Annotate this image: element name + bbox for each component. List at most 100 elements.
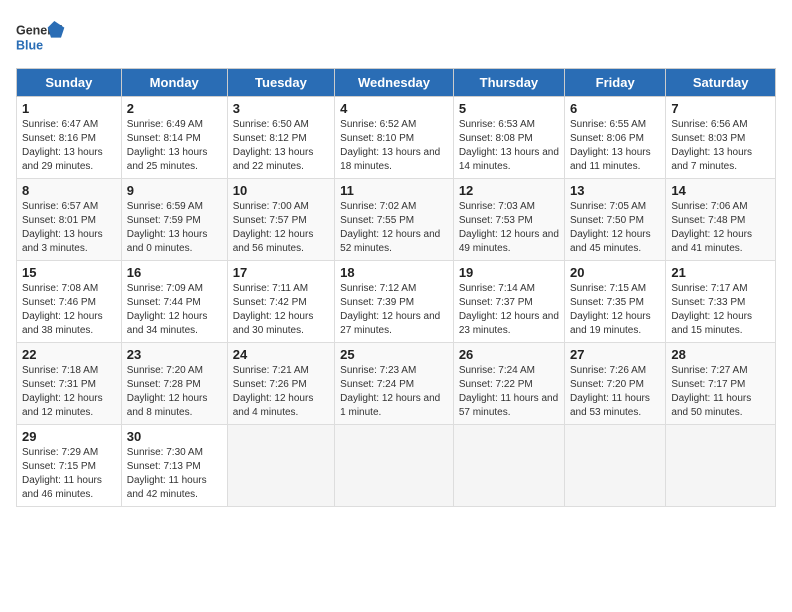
calendar-cell: 2 Sunrise: 6:49 AMSunset: 8:14 PMDayligh…: [121, 97, 227, 179]
calendar-cell: 15 Sunrise: 7:08 AMSunset: 7:46 PMDaylig…: [17, 261, 122, 343]
calendar-cell: 26 Sunrise: 7:24 AMSunset: 7:22 PMDaylig…: [453, 343, 564, 425]
day-number: 15: [22, 265, 116, 280]
calendar-cell: 5 Sunrise: 6:53 AMSunset: 8:08 PMDayligh…: [453, 97, 564, 179]
svg-text:Blue: Blue: [16, 38, 43, 52]
day-number: 16: [127, 265, 222, 280]
day-number: 5: [459, 101, 559, 116]
calendar-cell: 18 Sunrise: 7:12 AMSunset: 7:39 PMDaylig…: [335, 261, 454, 343]
calendar-cell: [453, 425, 564, 507]
calendar-cell: 20 Sunrise: 7:15 AMSunset: 7:35 PMDaylig…: [564, 261, 665, 343]
calendar-cell: 23 Sunrise: 7:20 AMSunset: 7:28 PMDaylig…: [121, 343, 227, 425]
calendar-cell: 6 Sunrise: 6:55 AMSunset: 8:06 PMDayligh…: [564, 97, 665, 179]
calendar-cell: 12 Sunrise: 7:03 AMSunset: 7:53 PMDaylig…: [453, 179, 564, 261]
day-info: Sunrise: 6:49 AMSunset: 8:14 PMDaylight:…: [127, 119, 208, 172]
calendar-cell: 21 Sunrise: 7:17 AMSunset: 7:33 PMDaylig…: [666, 261, 776, 343]
day-info: Sunrise: 7:30 AMSunset: 7:13 PMDaylight:…: [127, 447, 207, 500]
day-number: 3: [233, 101, 329, 116]
calendar-week-row: 8 Sunrise: 6:57 AMSunset: 8:01 PMDayligh…: [17, 179, 776, 261]
calendar-cell: 28 Sunrise: 7:27 AMSunset: 7:17 PMDaylig…: [666, 343, 776, 425]
calendar-cell: 13 Sunrise: 7:05 AMSunset: 7:50 PMDaylig…: [564, 179, 665, 261]
calendar-cell: 30 Sunrise: 7:30 AMSunset: 7:13 PMDaylig…: [121, 425, 227, 507]
day-info: Sunrise: 6:59 AMSunset: 7:59 PMDaylight:…: [127, 201, 208, 254]
calendar-week-row: 29 Sunrise: 7:29 AMSunset: 7:15 PMDaylig…: [17, 425, 776, 507]
header: General Blue: [16, 16, 776, 56]
day-info: Sunrise: 7:02 AMSunset: 7:55 PMDaylight:…: [340, 201, 440, 254]
day-number: 6: [570, 101, 660, 116]
day-info: Sunrise: 6:57 AMSunset: 8:01 PMDaylight:…: [22, 201, 103, 254]
header-tuesday: Tuesday: [227, 69, 334, 97]
calendar-cell: 1 Sunrise: 6:47 AMSunset: 8:16 PMDayligh…: [17, 97, 122, 179]
logo: General Blue: [16, 16, 66, 56]
calendar-cell: 8 Sunrise: 6:57 AMSunset: 8:01 PMDayligh…: [17, 179, 122, 261]
day-number: 7: [671, 101, 770, 116]
day-info: Sunrise: 6:47 AMSunset: 8:16 PMDaylight:…: [22, 119, 103, 172]
day-info: Sunrise: 7:24 AMSunset: 7:22 PMDaylight:…: [459, 365, 558, 418]
day-number: 24: [233, 347, 329, 362]
day-info: Sunrise: 7:21 AMSunset: 7:26 PMDaylight:…: [233, 365, 314, 418]
calendar-cell: 29 Sunrise: 7:29 AMSunset: 7:15 PMDaylig…: [17, 425, 122, 507]
day-number: 26: [459, 347, 559, 362]
header-thursday: Thursday: [453, 69, 564, 97]
day-number: 28: [671, 347, 770, 362]
day-number: 18: [340, 265, 448, 280]
day-info: Sunrise: 7:15 AMSunset: 7:35 PMDaylight:…: [570, 283, 651, 336]
header-monday: Monday: [121, 69, 227, 97]
calendar-cell: 14 Sunrise: 7:06 AMSunset: 7:48 PMDaylig…: [666, 179, 776, 261]
day-info: Sunrise: 7:29 AMSunset: 7:15 PMDaylight:…: [22, 447, 102, 500]
calendar-cell: [335, 425, 454, 507]
calendar-cell: 19 Sunrise: 7:14 AMSunset: 7:37 PMDaylig…: [453, 261, 564, 343]
day-info: Sunrise: 7:11 AMSunset: 7:42 PMDaylight:…: [233, 283, 314, 336]
day-info: Sunrise: 7:18 AMSunset: 7:31 PMDaylight:…: [22, 365, 103, 418]
calendar-cell: 3 Sunrise: 6:50 AMSunset: 8:12 PMDayligh…: [227, 97, 334, 179]
day-info: Sunrise: 7:06 AMSunset: 7:48 PMDaylight:…: [671, 201, 752, 254]
calendar-cell: 10 Sunrise: 7:00 AMSunset: 7:57 PMDaylig…: [227, 179, 334, 261]
calendar-cell: 7 Sunrise: 6:56 AMSunset: 8:03 PMDayligh…: [666, 97, 776, 179]
day-number: 12: [459, 183, 559, 198]
day-info: Sunrise: 6:53 AMSunset: 8:08 PMDaylight:…: [459, 119, 559, 172]
day-info: Sunrise: 7:20 AMSunset: 7:28 PMDaylight:…: [127, 365, 208, 418]
header-saturday: Saturday: [666, 69, 776, 97]
calendar-week-row: 22 Sunrise: 7:18 AMSunset: 7:31 PMDaylig…: [17, 343, 776, 425]
weekday-header-row: Sunday Monday Tuesday Wednesday Thursday…: [17, 69, 776, 97]
day-info: Sunrise: 7:17 AMSunset: 7:33 PMDaylight:…: [671, 283, 752, 336]
day-info: Sunrise: 6:56 AMSunset: 8:03 PMDaylight:…: [671, 119, 752, 172]
day-number: 17: [233, 265, 329, 280]
day-number: 14: [671, 183, 770, 198]
day-info: Sunrise: 7:00 AMSunset: 7:57 PMDaylight:…: [233, 201, 314, 254]
calendar-cell: 9 Sunrise: 6:59 AMSunset: 7:59 PMDayligh…: [121, 179, 227, 261]
calendar-cell: 27 Sunrise: 7:26 AMSunset: 7:20 PMDaylig…: [564, 343, 665, 425]
day-number: 30: [127, 429, 222, 444]
day-info: Sunrise: 7:27 AMSunset: 7:17 PMDaylight:…: [671, 365, 751, 418]
calendar-cell: 16 Sunrise: 7:09 AMSunset: 7:44 PMDaylig…: [121, 261, 227, 343]
day-number: 22: [22, 347, 116, 362]
day-info: Sunrise: 6:52 AMSunset: 8:10 PMDaylight:…: [340, 119, 440, 172]
calendar-cell: 24 Sunrise: 7:21 AMSunset: 7:26 PMDaylig…: [227, 343, 334, 425]
day-number: 19: [459, 265, 559, 280]
day-number: 27: [570, 347, 660, 362]
calendar-cell: 11 Sunrise: 7:02 AMSunset: 7:55 PMDaylig…: [335, 179, 454, 261]
day-info: Sunrise: 6:50 AMSunset: 8:12 PMDaylight:…: [233, 119, 314, 172]
calendar-cell: [227, 425, 334, 507]
day-number: 8: [22, 183, 116, 198]
day-info: Sunrise: 7:09 AMSunset: 7:44 PMDaylight:…: [127, 283, 208, 336]
day-info: Sunrise: 6:55 AMSunset: 8:06 PMDaylight:…: [570, 119, 651, 172]
day-number: 23: [127, 347, 222, 362]
day-info: Sunrise: 7:05 AMSunset: 7:50 PMDaylight:…: [570, 201, 651, 254]
day-info: Sunrise: 7:14 AMSunset: 7:37 PMDaylight:…: [459, 283, 559, 336]
day-number: 1: [22, 101, 116, 116]
day-info: Sunrise: 7:12 AMSunset: 7:39 PMDaylight:…: [340, 283, 440, 336]
calendar-cell: 4 Sunrise: 6:52 AMSunset: 8:10 PMDayligh…: [335, 97, 454, 179]
day-number: 13: [570, 183, 660, 198]
day-number: 4: [340, 101, 448, 116]
day-number: 2: [127, 101, 222, 116]
day-info: Sunrise: 7:26 AMSunset: 7:20 PMDaylight:…: [570, 365, 650, 418]
calendar-cell: [666, 425, 776, 507]
header-friday: Friday: [564, 69, 665, 97]
day-info: Sunrise: 7:23 AMSunset: 7:24 PMDaylight:…: [340, 365, 440, 418]
calendar-cell: 25 Sunrise: 7:23 AMSunset: 7:24 PMDaylig…: [335, 343, 454, 425]
day-number: 9: [127, 183, 222, 198]
header-sunday: Sunday: [17, 69, 122, 97]
day-number: 20: [570, 265, 660, 280]
day-info: Sunrise: 7:08 AMSunset: 7:46 PMDaylight:…: [22, 283, 103, 336]
day-info: Sunrise: 7:03 AMSunset: 7:53 PMDaylight:…: [459, 201, 559, 254]
